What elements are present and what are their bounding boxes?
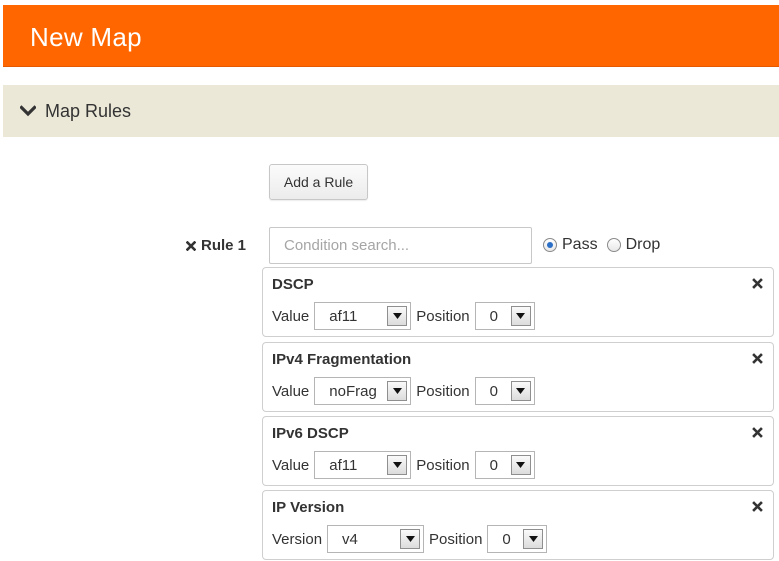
chevron-down-icon [20, 105, 36, 117]
pass-radio[interactable] [543, 238, 557, 252]
value-select[interactable]: af11 [314, 302, 412, 330]
position-select-value: 0 [489, 307, 498, 325]
position-select[interactable]: 0 [474, 302, 535, 330]
position-select[interactable]: 0 [474, 451, 535, 479]
condition-fields: Value af11 Position 0 [272, 451, 540, 479]
condition-title: DSCP [272, 276, 314, 293]
position-label: Position [416, 382, 470, 400]
value-select-value: af11 [329, 456, 358, 474]
condition-card-ipv6-dscp: IPv6 DSCP Value af11 Position 0 [262, 416, 774, 486]
position-label: Position [416, 307, 470, 325]
position-label: Position [429, 530, 483, 548]
close-icon[interactable] [752, 427, 763, 438]
position-select[interactable]: 0 [487, 525, 548, 553]
condition-card-dscp: DSCP Value af11 Position 0 [262, 267, 774, 337]
condition-title: IPv4 Fragmentation [272, 351, 412, 368]
field-label: Value [272, 307, 310, 325]
version-select-value: v4 [342, 530, 358, 548]
condition-card-ip-version: IP Version Version v4 Position 0 [262, 490, 774, 560]
dropdown-arrow-icon [510, 306, 531, 326]
value-select-value: af11 [329, 307, 358, 325]
dropdown-arrow-icon [387, 455, 408, 475]
version-select[interactable]: v4 [327, 525, 425, 553]
close-icon[interactable] [752, 278, 763, 289]
pass-radio-label[interactable]: Pass [562, 236, 598, 254]
field-label: Value [272, 382, 310, 400]
close-icon[interactable] [752, 501, 763, 512]
rule-action-radio-group: Pass Drop [543, 236, 669, 254]
condition-title: IP Version [272, 499, 345, 516]
condition-fields: Value noFrag Position 0 [272, 377, 540, 405]
add-rule-button[interactable]: Add a Rule [269, 164, 368, 200]
map-rules-section-toggle[interactable]: Map Rules [3, 85, 779, 137]
page-header: New Map [3, 5, 779, 67]
dropdown-arrow-icon [400, 529, 421, 549]
value-select[interactable]: noFrag [314, 377, 412, 405]
page-title: New Map [30, 22, 142, 52]
field-label: Version [272, 530, 323, 548]
dropdown-arrow-icon [510, 381, 531, 401]
condition-title: IPv6 DSCP [272, 425, 349, 442]
rule-header: Rule 1 [186, 237, 246, 254]
section-title: Map Rules [45, 101, 132, 121]
condition-search-input[interactable] [269, 227, 532, 264]
field-label: Value [272, 456, 310, 474]
position-label: Position [416, 456, 470, 474]
position-select-value: 0 [502, 530, 511, 548]
value-select[interactable]: af11 [314, 451, 412, 479]
value-select-value: noFrag [329, 382, 377, 400]
condition-card-ipv4-fragmentation: IPv4 Fragmentation Value noFrag Position… [262, 342, 774, 412]
dropdown-arrow-icon [510, 455, 531, 475]
drop-radio-label[interactable]: Drop [626, 236, 661, 254]
dropdown-arrow-icon [387, 381, 408, 401]
close-icon[interactable] [752, 353, 763, 364]
dropdown-arrow-icon [387, 306, 408, 326]
drop-radio[interactable] [606, 238, 621, 252]
position-select[interactable]: 0 [474, 377, 535, 405]
dropdown-arrow-icon [523, 529, 544, 549]
condition-fields: Value af11 Position 0 [272, 302, 540, 330]
position-select-value: 0 [489, 456, 498, 474]
condition-fields: Version v4 Position 0 [272, 525, 552, 553]
position-select-value: 0 [489, 382, 498, 400]
rule-label: Rule 1 [201, 237, 247, 254]
remove-rule-icon[interactable] [186, 240, 196, 251]
